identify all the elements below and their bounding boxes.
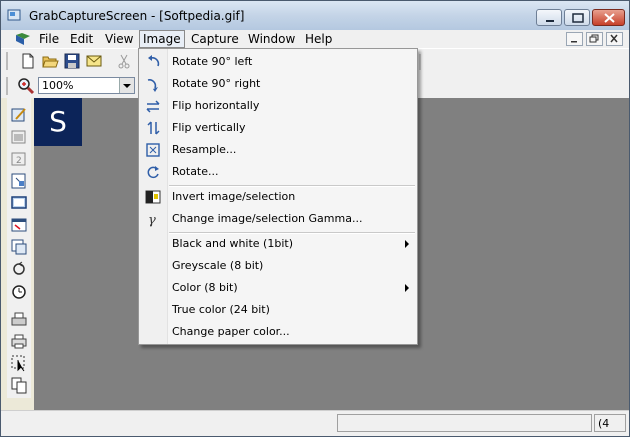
menu-item-label: Rotate 90° left bbox=[172, 55, 253, 68]
rotate-left-icon bbox=[148, 55, 160, 67]
mail-icon[interactable] bbox=[85, 52, 103, 70]
flip-horizontal-icon bbox=[146, 100, 160, 113]
invert-icon bbox=[145, 190, 161, 204]
edit-annotate-icon[interactable] bbox=[10, 106, 28, 124]
save-icon[interactable] bbox=[63, 52, 81, 70]
capture-menu-icon[interactable] bbox=[10, 238, 28, 256]
timer-capture-icon[interactable] bbox=[10, 282, 28, 300]
status-panel-right: (4 bbox=[594, 414, 626, 432]
repeat-capture-icon[interactable] bbox=[10, 260, 28, 278]
menu-item-color-8bit[interactable]: Color (8 bit) bbox=[139, 277, 417, 299]
menu-capture[interactable]: Capture bbox=[191, 32, 239, 46]
app-icon bbox=[7, 9, 21, 21]
maximize-button[interactable] bbox=[564, 9, 590, 26]
menu-file[interactable]: File bbox=[39, 32, 59, 46]
menu-item-rotate-left[interactable]: Rotate 90° left bbox=[139, 51, 417, 73]
menu-item-label: Flip vertically bbox=[172, 121, 246, 134]
menu-bar: File Edit View Image Capture Window Help bbox=[1, 30, 629, 48]
zoom-value: 100% bbox=[42, 79, 74, 92]
svg-text:γ: γ bbox=[148, 213, 156, 227]
image-document[interactable]: S bbox=[34, 98, 82, 146]
window-title: GrabCaptureScreen - [Softpedia.gif] bbox=[29, 9, 245, 23]
toolbar-grip[interactable] bbox=[6, 77, 8, 95]
menu-item-gamma[interactable]: γ Change image/selection Gamma... bbox=[139, 208, 417, 230]
menu-item-label: True color (24 bit) bbox=[172, 303, 270, 316]
menu-item-rotate-right[interactable]: Rotate 90° right bbox=[139, 73, 417, 95]
mdi-restore-button[interactable] bbox=[586, 32, 603, 46]
menu-item-resample[interactable]: Resample... bbox=[139, 139, 417, 161]
copy-pages-icon[interactable] bbox=[10, 376, 28, 394]
submenu-arrow-icon bbox=[405, 240, 409, 248]
title-bar[interactable]: GrabCaptureScreen - [Softpedia.gif] bbox=[1, 1, 629, 30]
select-tool-icon[interactable] bbox=[10, 354, 28, 372]
menu-item-label: Resample... bbox=[172, 143, 237, 156]
capture-region-icon[interactable] bbox=[10, 172, 28, 190]
svg-text:2: 2 bbox=[16, 156, 22, 166]
menu-item-label: Greyscale (8 bit) bbox=[172, 259, 264, 272]
menu-item-label: Black and white (1bit) bbox=[172, 237, 293, 250]
mdi-close-button[interactable] bbox=[606, 32, 623, 46]
submenu-arrow-icon bbox=[405, 284, 409, 292]
flip-vertical-icon bbox=[147, 121, 160, 135]
menu-edit[interactable]: Edit bbox=[70, 32, 93, 46]
resample-icon bbox=[146, 143, 160, 157]
minimize-button[interactable] bbox=[536, 9, 562, 26]
open-folder-icon[interactable] bbox=[41, 52, 59, 70]
rotate-icon bbox=[147, 166, 159, 179]
zoom-dropdown-button[interactable] bbox=[119, 78, 134, 93]
menu-help[interactable]: Help bbox=[305, 32, 332, 46]
menu-item-label: Rotate... bbox=[172, 165, 219, 178]
menu-item-label: Invert image/selection bbox=[172, 190, 296, 203]
menu-window[interactable]: Window bbox=[248, 32, 295, 46]
new-file-icon[interactable] bbox=[19, 52, 37, 70]
scanner-icon[interactable] bbox=[10, 310, 28, 328]
menu-item-label: Rotate 90° right bbox=[172, 77, 261, 90]
menu-item-black-and-white[interactable]: Black and white (1bit) bbox=[139, 233, 417, 255]
status-panel bbox=[337, 414, 592, 432]
tools-toolbar: 2 bbox=[7, 98, 31, 398]
menu-item-flip-horizontally[interactable]: Flip horizontally bbox=[139, 95, 417, 117]
image-menu-dropdown: Rotate 90° left Rotate 90° right Flip ho… bbox=[138, 48, 418, 345]
menu-item-change-paper-color[interactable]: Change paper color... bbox=[139, 321, 417, 343]
toolbar-grip[interactable] bbox=[6, 52, 8, 70]
status-bar: (4 bbox=[1, 410, 629, 436]
app-window: GrabCaptureScreen - [Softpedia.gif] File… bbox=[0, 0, 630, 437]
capture-active-window-icon[interactable] bbox=[10, 216, 28, 234]
menu-item-label: Flip horizontally bbox=[172, 99, 260, 112]
cut-icon[interactable] bbox=[115, 52, 133, 70]
zoom-select[interactable]: 100% bbox=[38, 77, 135, 94]
capture-full-screen-icon[interactable] bbox=[10, 194, 28, 212]
menu-item-label: Change image/selection Gamma... bbox=[172, 212, 363, 225]
menu-item-invert[interactable]: Invert image/selection bbox=[139, 186, 417, 208]
status-text: (4 bbox=[598, 417, 610, 430]
menu-item-label: Change paper color... bbox=[172, 325, 290, 338]
capture-window-icon[interactable] bbox=[10, 128, 28, 146]
menu-item-flip-vertically[interactable]: Flip vertically bbox=[139, 117, 417, 139]
menu-item-greyscale[interactable]: Greyscale (8 bit) bbox=[139, 255, 417, 277]
mdi-minimize-button[interactable] bbox=[566, 32, 583, 46]
menu-item-label: Color (8 bit) bbox=[172, 281, 238, 294]
menu-view[interactable]: View bbox=[105, 32, 133, 46]
toolbar-separator bbox=[419, 54, 421, 70]
menu-item-rotate[interactable]: Rotate... bbox=[139, 161, 417, 183]
close-button[interactable] bbox=[592, 9, 625, 26]
rotate-right-icon bbox=[147, 79, 158, 92]
zoom-magnifier-icon[interactable] bbox=[17, 77, 35, 95]
document-icon[interactable] bbox=[15, 32, 31, 46]
menu-image[interactable]: Image bbox=[139, 30, 185, 48]
print-icon[interactable] bbox=[10, 332, 28, 350]
capture-object-icon[interactable]: 2 bbox=[10, 150, 28, 168]
gamma-icon: γ bbox=[148, 213, 156, 227]
menu-item-true-color[interactable]: True color (24 bit) bbox=[139, 299, 417, 321]
